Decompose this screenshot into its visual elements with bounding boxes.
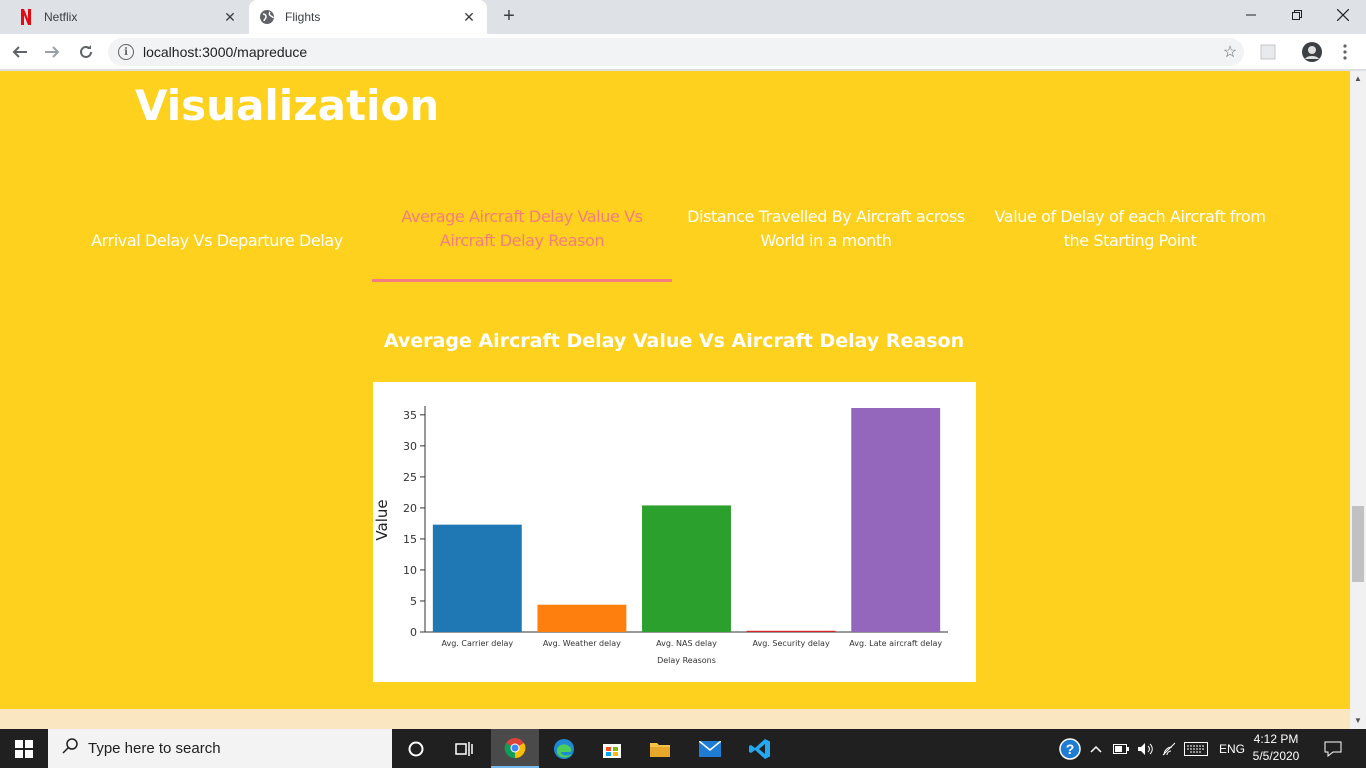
scroll-down-icon[interactable]: ▼	[1350, 713, 1366, 729]
keyboard-icon[interactable]	[1184, 729, 1208, 768]
store-icon[interactable]	[588, 729, 636, 768]
tab-distance-travelled[interactable]: Distance Travelled By Aircraft across Wo…	[676, 205, 976, 253]
vscode-icon[interactable]	[736, 729, 784, 768]
menu-kebab-icon[interactable]	[1331, 38, 1359, 66]
x-tick-label: Avg. Carrier delay	[441, 639, 513, 648]
minimize-icon[interactable]	[1228, 0, 1274, 30]
x-tick-label: Avg. NAS delay	[656, 639, 717, 648]
bar	[851, 408, 941, 632]
wifi-icon[interactable]	[1162, 729, 1178, 768]
search-icon	[62, 738, 78, 759]
scroll-up-icon[interactable]: ▲	[1350, 71, 1366, 87]
chrome-icon[interactable]	[491, 729, 539, 768]
volume-icon[interactable]	[1137, 729, 1155, 768]
y-tick-label: 30	[403, 440, 417, 453]
close-tab-icon[interactable]: ✕	[222, 9, 238, 25]
url-text: localhost:3000/mapreduce	[143, 44, 308, 60]
address-bar[interactable]: i localhost:3000/mapreduce ☆	[108, 38, 1244, 66]
close-window-icon[interactable]	[1320, 0, 1366, 30]
cortana-icon[interactable]	[392, 729, 440, 768]
edge-icon[interactable]	[540, 729, 588, 768]
bar	[537, 604, 627, 632]
active-tab-indicator	[372, 279, 672, 282]
back-arrow-icon[interactable]	[6, 38, 34, 66]
y-tick-label: 25	[403, 471, 417, 484]
x-tick-label: Avg. Weather delay	[543, 639, 621, 648]
taskbar: Type here to search ? ENG 4:12 PM 5/5/20…	[0, 729, 1366, 768]
y-tick-label: 35	[403, 409, 417, 422]
help-icon[interactable]: ?	[1058, 729, 1082, 768]
extension-icon[interactable]	[1254, 38, 1282, 66]
show-hidden-icons-icon[interactable]	[1090, 729, 1102, 768]
tab-arrival-vs-departure[interactable]: Arrival Delay Vs Departure Delay	[67, 229, 367, 253]
site-info-icon[interactable]: i	[118, 44, 134, 60]
tab-strip: Netflix ✕ Flights ✕ +	[0, 0, 1366, 34]
tab-avg-delay-vs-reason[interactable]: Average Aircraft Delay Value Vs Aircraft…	[372, 205, 672, 253]
bar	[746, 630, 836, 632]
x-tick-label: Avg. Security delay	[753, 639, 830, 648]
reload-icon[interactable]	[72, 38, 100, 66]
y-axis-label: Value	[373, 499, 391, 540]
x-axis-label: Delay Reasons	[657, 656, 716, 665]
taskbar-search-input[interactable]: Type here to search	[48, 729, 392, 768]
tab-title: Flights	[285, 10, 321, 24]
clock-date: 5/5/2020	[1252, 749, 1300, 763]
globe-icon	[259, 9, 275, 25]
scroll-thumb[interactable]	[1352, 506, 1364, 582]
bookmark-star-icon[interactable]: ☆	[1216, 42, 1244, 62]
file-explorer-icon[interactable]	[636, 729, 684, 768]
svg-text:?: ?	[1066, 741, 1075, 757]
restore-icon[interactable]	[1274, 0, 1320, 30]
chart-container: 0 5 10 15 20 25 30 35 Avg. Carrier delay Avg. Wea…	[373, 382, 976, 682]
clock-time: 4:12 PM	[1253, 732, 1299, 746]
scrollbar[interactable]: ▲ ▼	[1350, 71, 1366, 729]
search-placeholder: Type here to search	[88, 740, 221, 757]
browser-toolbar: i localhost:3000/mapreduce ☆	[0, 34, 1366, 70]
tab-netflix[interactable]: Netflix ✕	[8, 0, 248, 34]
notifications-icon[interactable]	[1324, 729, 1342, 768]
bar-chart: 0 5 10 15 20 25 30 35 Avg. Carrier delay Avg. Wea…	[373, 406, 948, 665]
bar	[642, 505, 731, 632]
bar	[432, 524, 522, 632]
y-tick-label: 0	[410, 626, 417, 639]
tab-title: Netflix	[44, 10, 78, 24]
y-tick-label: 15	[403, 533, 417, 546]
task-view-icon[interactable]	[440, 729, 488, 768]
avatar[interactable]	[1298, 38, 1326, 66]
close-tab-icon[interactable]: ✕	[461, 9, 477, 25]
page-footer	[0, 709, 1350, 729]
y-tick-label: 20	[403, 502, 417, 515]
tab-delay-from-start[interactable]: Value of Delay of each Aircraft from the…	[980, 205, 1280, 253]
chart-heading: Average Aircraft Delay Value Vs Aircraft…	[383, 330, 965, 352]
mail-icon[interactable]	[686, 729, 734, 768]
y-tick-label: 5	[410, 595, 417, 608]
tab-flights[interactable]: Flights ✕	[249, 0, 487, 34]
page-title: Visualization	[135, 81, 440, 130]
x-tick-label: Avg. Late aircraft delay	[849, 639, 942, 648]
language-indicator[interactable]: ENG	[1219, 729, 1245, 768]
clock[interactable]: 4:12 PM 5/5/2020	[1244, 731, 1308, 765]
new-tab-button[interactable]: +	[497, 5, 521, 29]
netflix-icon	[18, 9, 34, 25]
windows-start-icon[interactable]	[0, 729, 48, 768]
y-tick-label: 10	[403, 564, 417, 577]
forward-arrow-icon[interactable]	[38, 38, 66, 66]
page-content: Visualization Arrival Delay Vs Departure…	[0, 71, 1350, 729]
battery-icon[interactable]	[1113, 729, 1129, 768]
